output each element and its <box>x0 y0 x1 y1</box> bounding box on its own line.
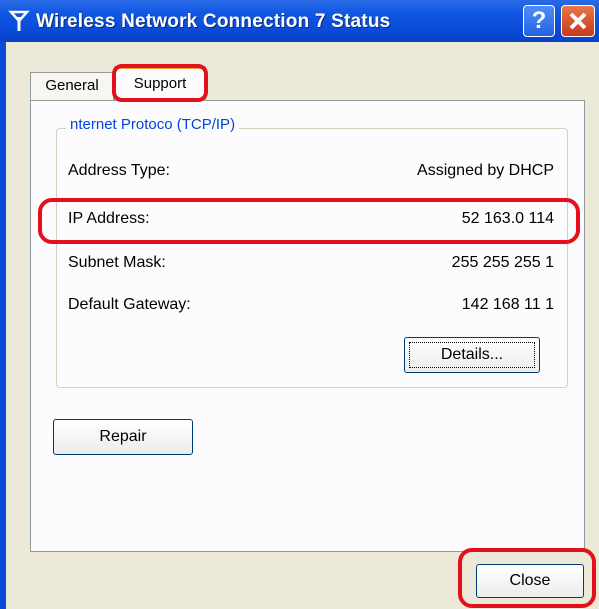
focus-rectangle <box>409 342 535 368</box>
repair-button-label: Repair <box>99 428 147 445</box>
details-button[interactable]: Details... <box>404 337 540 373</box>
address-type-label: Address Type: <box>68 162 170 179</box>
help-button[interactable]: ? <box>523 5 555 37</box>
close-icon <box>569 12 587 30</box>
close-button-highlight <box>458 548 596 608</box>
close-window-button[interactable] <box>561 5 595 37</box>
window-title: Wireless Network Connection 7 Status <box>36 11 391 32</box>
status-dialog: Wireless Network Connection 7 Status ? G… <box>0 0 599 609</box>
group-title: nternet Protoco (TCP/IP) <box>66 116 240 133</box>
support-tab-highlight <box>112 64 208 102</box>
wireless-antenna-icon <box>8 10 30 31</box>
ip-address-highlight <box>38 198 580 244</box>
subnet-mask-value: 255 255 255 1 <box>451 254 554 271</box>
default-gateway-value: 142 168 11 1 <box>461 296 554 313</box>
address-type-value: Assigned by DHCP <box>417 162 554 179</box>
window-border <box>0 42 6 609</box>
subnet-mask-label: Subnet Mask: <box>68 254 166 271</box>
title-bar[interactable]: Wireless Network Connection 7 Status ? <box>0 0 599 42</box>
repair-button[interactable]: Repair <box>53 419 193 455</box>
tab-general[interactable]: General <box>30 72 114 100</box>
default-gateway-label: Default Gateway: <box>68 296 191 313</box>
